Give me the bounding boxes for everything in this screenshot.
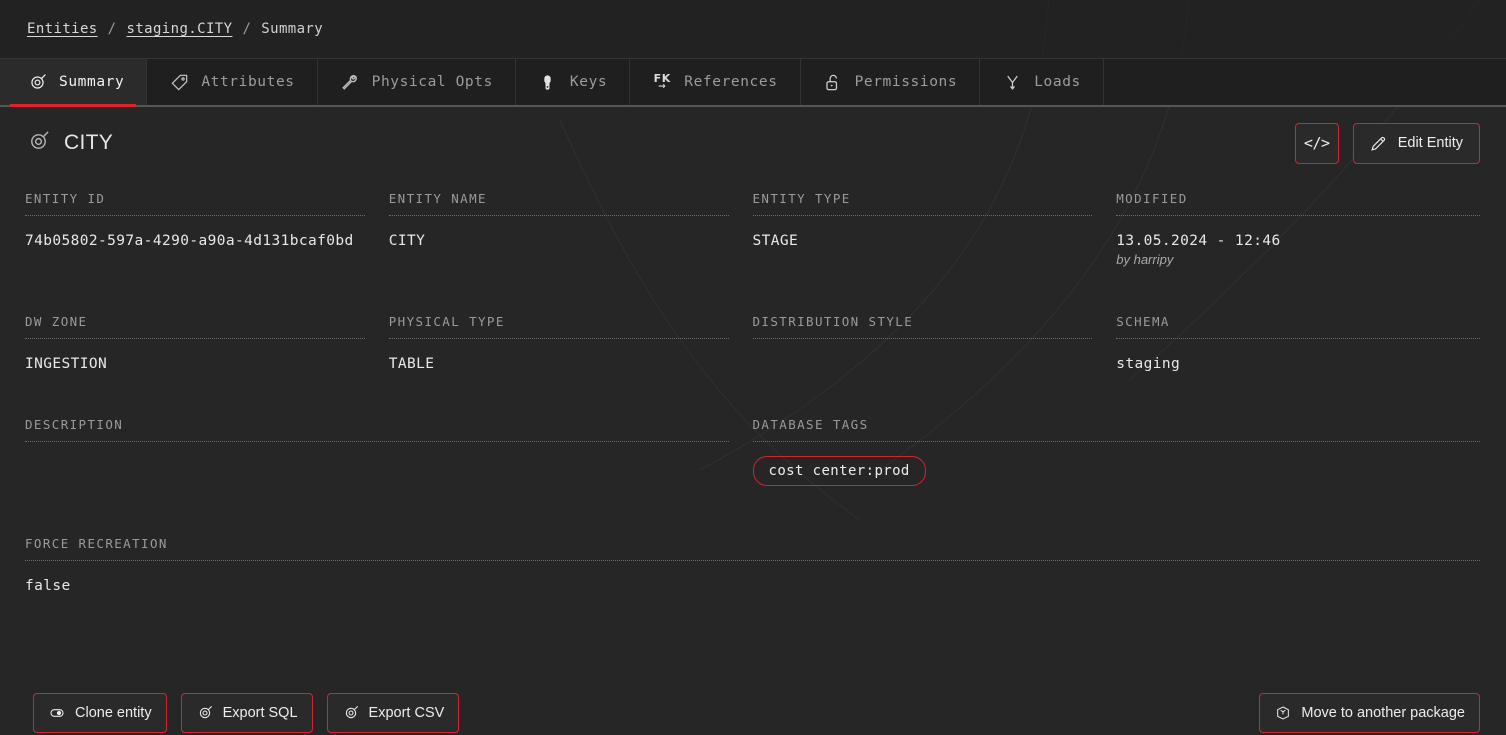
action-bar: Clone entity Export SQL Export CSV Move … [0, 693, 1506, 735]
field-label: ENTITY ID [25, 191, 365, 216]
tab-label: Keys [570, 74, 607, 90]
breadcrumb-separator: / [108, 21, 117, 37]
field-value: 13.05.2024 - 12:46 [1116, 216, 1480, 249]
entity-icon [27, 130, 50, 157]
fk-icon: FK→ [652, 72, 672, 92]
field-label: DATABASE TAGS [753, 417, 1481, 442]
field-label: MODIFIED [1116, 191, 1480, 216]
key-icon [538, 72, 558, 92]
field-modified: MODIFIED 13.05.2024 - 12:46 by harripy [1116, 191, 1480, 267]
database-tag[interactable]: cost center:prod [753, 456, 926, 486]
field-label: DESCRIPTION [25, 417, 729, 442]
field-row: DW ZONE INGESTION PHYSICAL TYPE TABLE DI… [25, 314, 1480, 372]
entity-icon [342, 704, 360, 722]
field-entity-type: ENTITY TYPE STAGE [753, 191, 1117, 267]
field-value [25, 442, 729, 464]
export-sql-label: Export SQL [223, 705, 298, 721]
tag-list: cost center:prod [753, 442, 1481, 486]
wrench-icon [340, 72, 360, 92]
export-sql-button[interactable]: Export SQL [181, 693, 313, 733]
field-physical-type: PHYSICAL TYPE TABLE [389, 314, 753, 372]
field-label: DW ZONE [25, 314, 365, 339]
entity-header: CITY </> Edit Entity [0, 107, 1506, 179]
tab-bar: Summary Attributes Physical Opts Keys [0, 59, 1506, 107]
lock-open-icon [823, 72, 843, 92]
field-value: staging [1116, 339, 1480, 372]
breadcrumb-separator: / [242, 21, 251, 37]
breadcrumb-parent[interactable]: staging.CITY [126, 21, 232, 37]
field-value: STAGE [753, 216, 1093, 249]
code-icon: </> [1304, 134, 1330, 152]
edit-entity-button[interactable]: Edit Entity [1353, 123, 1480, 164]
tab-references[interactable]: FK→ References [630, 59, 800, 105]
field-label: SCHEMA [1116, 314, 1480, 339]
page-title: CITY [64, 131, 113, 155]
tab-keys[interactable]: Keys [516, 59, 630, 105]
tab-label: Summary [59, 74, 124, 90]
tab-label: Permissions [855, 74, 958, 90]
field-schema: SCHEMA staging [1116, 314, 1480, 372]
tab-summary[interactable]: Summary [0, 59, 147, 105]
entity-icon [27, 72, 47, 92]
field-label: ENTITY NAME [389, 191, 729, 216]
field-label: DISTRIBUTION STYLE [753, 314, 1093, 339]
export-csv-button[interactable]: Export CSV [327, 693, 460, 733]
tab-label: Attributes [201, 74, 294, 90]
field-row: ENTITY ID 74b05802-597a-4290-a90a-4d131b… [25, 191, 1480, 267]
field-value: false [25, 561, 1480, 594]
move-to-package-label: Move to another package [1301, 705, 1465, 721]
tab-permissions[interactable]: Permissions [801, 59, 981, 105]
breadcrumb: Entities / staging.CITY / Summary [0, 0, 1506, 59]
move-to-package-button[interactable]: Move to another package [1259, 693, 1480, 733]
field-database-tags: DATABASE TAGS cost center:prod [753, 417, 1481, 486]
tab-attributes[interactable]: Attributes [147, 59, 317, 105]
edit-entity-label: Edit Entity [1398, 135, 1463, 151]
field-dw-zone: DW ZONE INGESTION [25, 314, 389, 372]
field-value: INGESTION [25, 339, 365, 372]
field-row: DESCRIPTION DATABASE TAGS cost center:pr… [25, 417, 1480, 486]
clone-entity-label: Clone entity [75, 705, 152, 721]
export-csv-label: Export CSV [369, 705, 445, 721]
field-label: PHYSICAL TYPE [389, 314, 729, 339]
field-entity-id: ENTITY ID 74b05802-597a-4290-a90a-4d131b… [25, 191, 389, 267]
field-entity-name: ENTITY NAME CITY [389, 191, 753, 267]
clone-entity-button[interactable]: Clone entity [33, 693, 167, 733]
tab-loads[interactable]: Loads [980, 59, 1104, 105]
entity-icon [196, 704, 214, 722]
breadcrumb-current: Summary [261, 21, 323, 37]
tab-label: Loads [1034, 74, 1081, 90]
pen-icon [1370, 134, 1388, 152]
summary-content: ENTITY ID 74b05802-597a-4290-a90a-4d131b… [0, 191, 1506, 594]
field-distribution-style: DISTRIBUTION STYLE [753, 314, 1117, 372]
field-value: TABLE [389, 339, 729, 372]
view-code-button[interactable]: </> [1295, 123, 1339, 164]
breadcrumb-root[interactable]: Entities [27, 21, 98, 37]
package-icon [1274, 704, 1292, 722]
tag-icon [169, 72, 189, 92]
field-label: FORCE RECREATION [25, 536, 1480, 561]
field-force-recreation: FORCE RECREATION false [25, 536, 1480, 594]
field-modified-by: by harripy [1116, 252, 1480, 267]
tab-label: Physical Opts [372, 74, 493, 90]
field-value: CITY [389, 216, 729, 249]
clone-icon [48, 704, 66, 722]
tab-label: References [684, 74, 777, 90]
funnel-icon [1002, 72, 1022, 92]
tab-physical-opts[interactable]: Physical Opts [318, 59, 516, 105]
field-row: FORCE RECREATION false [25, 536, 1480, 594]
field-label: ENTITY TYPE [753, 191, 1093, 216]
field-description: DESCRIPTION [25, 417, 753, 486]
field-value: 74b05802-597a-4290-a90a-4d131bcaf0bd [25, 216, 365, 249]
field-value [753, 339, 1093, 361]
